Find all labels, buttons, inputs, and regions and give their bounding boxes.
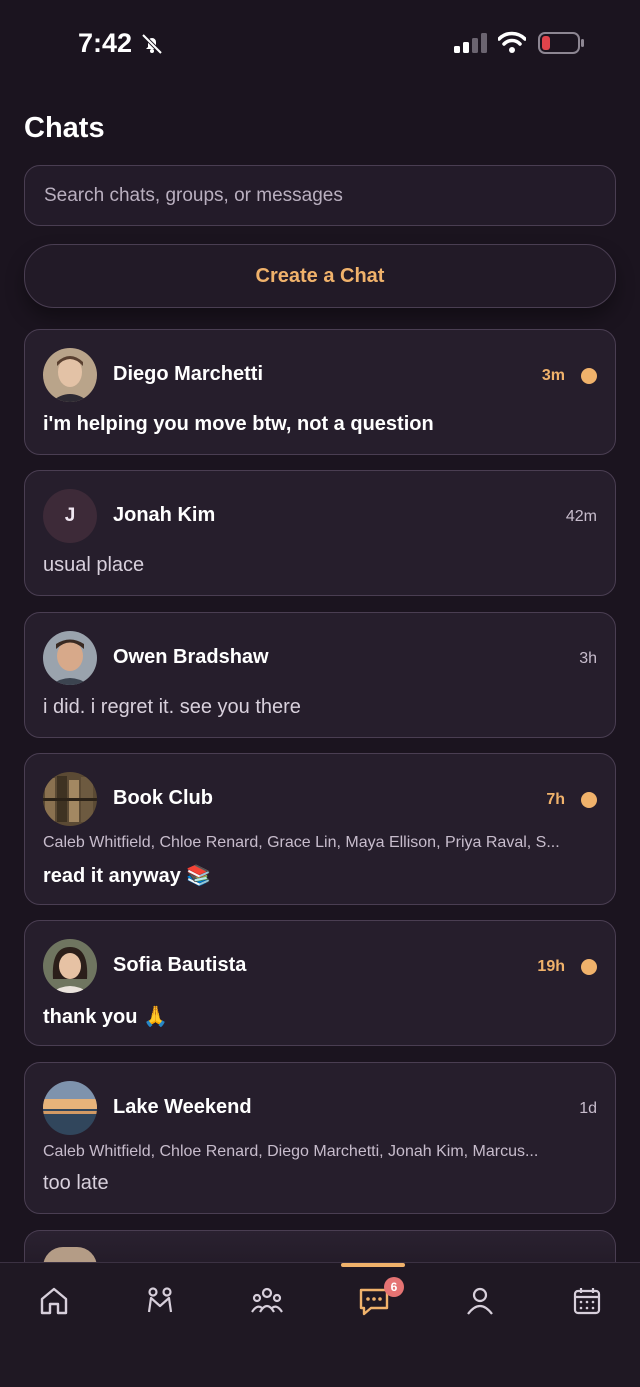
chat-item-owen-bradshaw[interactable]: Owen Bradshaw 3h i did. i regret it. see… xyxy=(24,612,616,738)
chat-time: 3h xyxy=(579,650,597,667)
unread-dot xyxy=(581,792,597,808)
chat-item-jonah-kim[interactable]: J Jonah Kim 42m usual place xyxy=(24,470,616,596)
chat-preview: too late xyxy=(43,1172,109,1194)
unread-dot xyxy=(581,368,597,384)
chat-name: Lake Weekend xyxy=(113,1096,252,1118)
cellular-signal-icon xyxy=(454,33,487,53)
chat-members: Caleb Whitfield, Chloe Renard, Grace Lin… xyxy=(43,834,560,851)
chat-item-book-club[interactable]: Book Club 7h Caleb Whitfield, Chloe Rena… xyxy=(24,753,616,905)
chat-item-partial[interactable] xyxy=(24,1230,616,1267)
wifi-icon xyxy=(498,31,526,53)
avatar xyxy=(43,939,97,993)
avatar xyxy=(43,772,97,826)
avatar xyxy=(43,348,97,402)
chat-time: 1d xyxy=(579,1100,597,1117)
chat-item-lake-weekend[interactable]: Lake Weekend 1d Caleb Whitfield, Chloe R… xyxy=(24,1062,616,1214)
avatar xyxy=(43,1081,97,1135)
group-icon[interactable] xyxy=(250,1284,284,1318)
battery-icon xyxy=(538,32,584,54)
chat-preview: thank you 🙏 xyxy=(43,1006,168,1028)
create-chat-button[interactable]: Create a Chat xyxy=(24,244,616,308)
bell-off-icon xyxy=(141,33,163,55)
status-time: 7:42 xyxy=(78,28,133,58)
chat-item-diego-marchetti[interactable]: Diego Marchetti 3m i'm helping you move … xyxy=(24,329,616,455)
active-tab-indicator xyxy=(341,1263,405,1267)
chat-name: Jonah Kim xyxy=(113,504,216,526)
chat-name: Owen Bradshaw xyxy=(113,646,269,668)
chat-time: 7h xyxy=(546,791,565,808)
search-placeholder: Search chats, groups, or messages xyxy=(44,184,343,206)
chat-preview: i'm helping you move btw, not a question xyxy=(43,413,434,435)
status-bar: 7:42 xyxy=(0,0,640,90)
chat-item-sofia-bautista[interactable]: Sofia Bautista 19h thank you 🙏 xyxy=(24,920,616,1046)
chat-preview: read it anyway 📚 xyxy=(43,865,212,887)
page-title: Chats xyxy=(24,112,105,144)
unread-dot xyxy=(581,959,597,975)
avatar: J xyxy=(43,489,97,543)
calendar-icon[interactable] xyxy=(570,1284,604,1318)
pair-icon[interactable] xyxy=(143,1284,177,1318)
chat-name: Book Club xyxy=(113,787,213,809)
search-input[interactable]: Search chats, groups, or messages xyxy=(24,165,616,226)
chat-time: 3m xyxy=(541,367,565,384)
profile-icon[interactable] xyxy=(463,1284,497,1318)
chat-time: 19h xyxy=(537,958,565,975)
chat-badge: 6 xyxy=(384,1277,404,1297)
avatar xyxy=(43,631,97,685)
home-icon[interactable] xyxy=(37,1284,71,1318)
chat-name: Sofia Bautista xyxy=(113,954,247,976)
tab-bar xyxy=(0,1262,640,1387)
chat-time: 42m xyxy=(565,508,597,525)
chat-members: Caleb Whitfield, Chloe Renard, Diego Mar… xyxy=(43,1143,539,1160)
chat-preview: i did. i regret it. see you there xyxy=(43,696,301,718)
chat-preview: usual place xyxy=(43,554,145,576)
chat-name: Diego Marchetti xyxy=(113,363,264,385)
